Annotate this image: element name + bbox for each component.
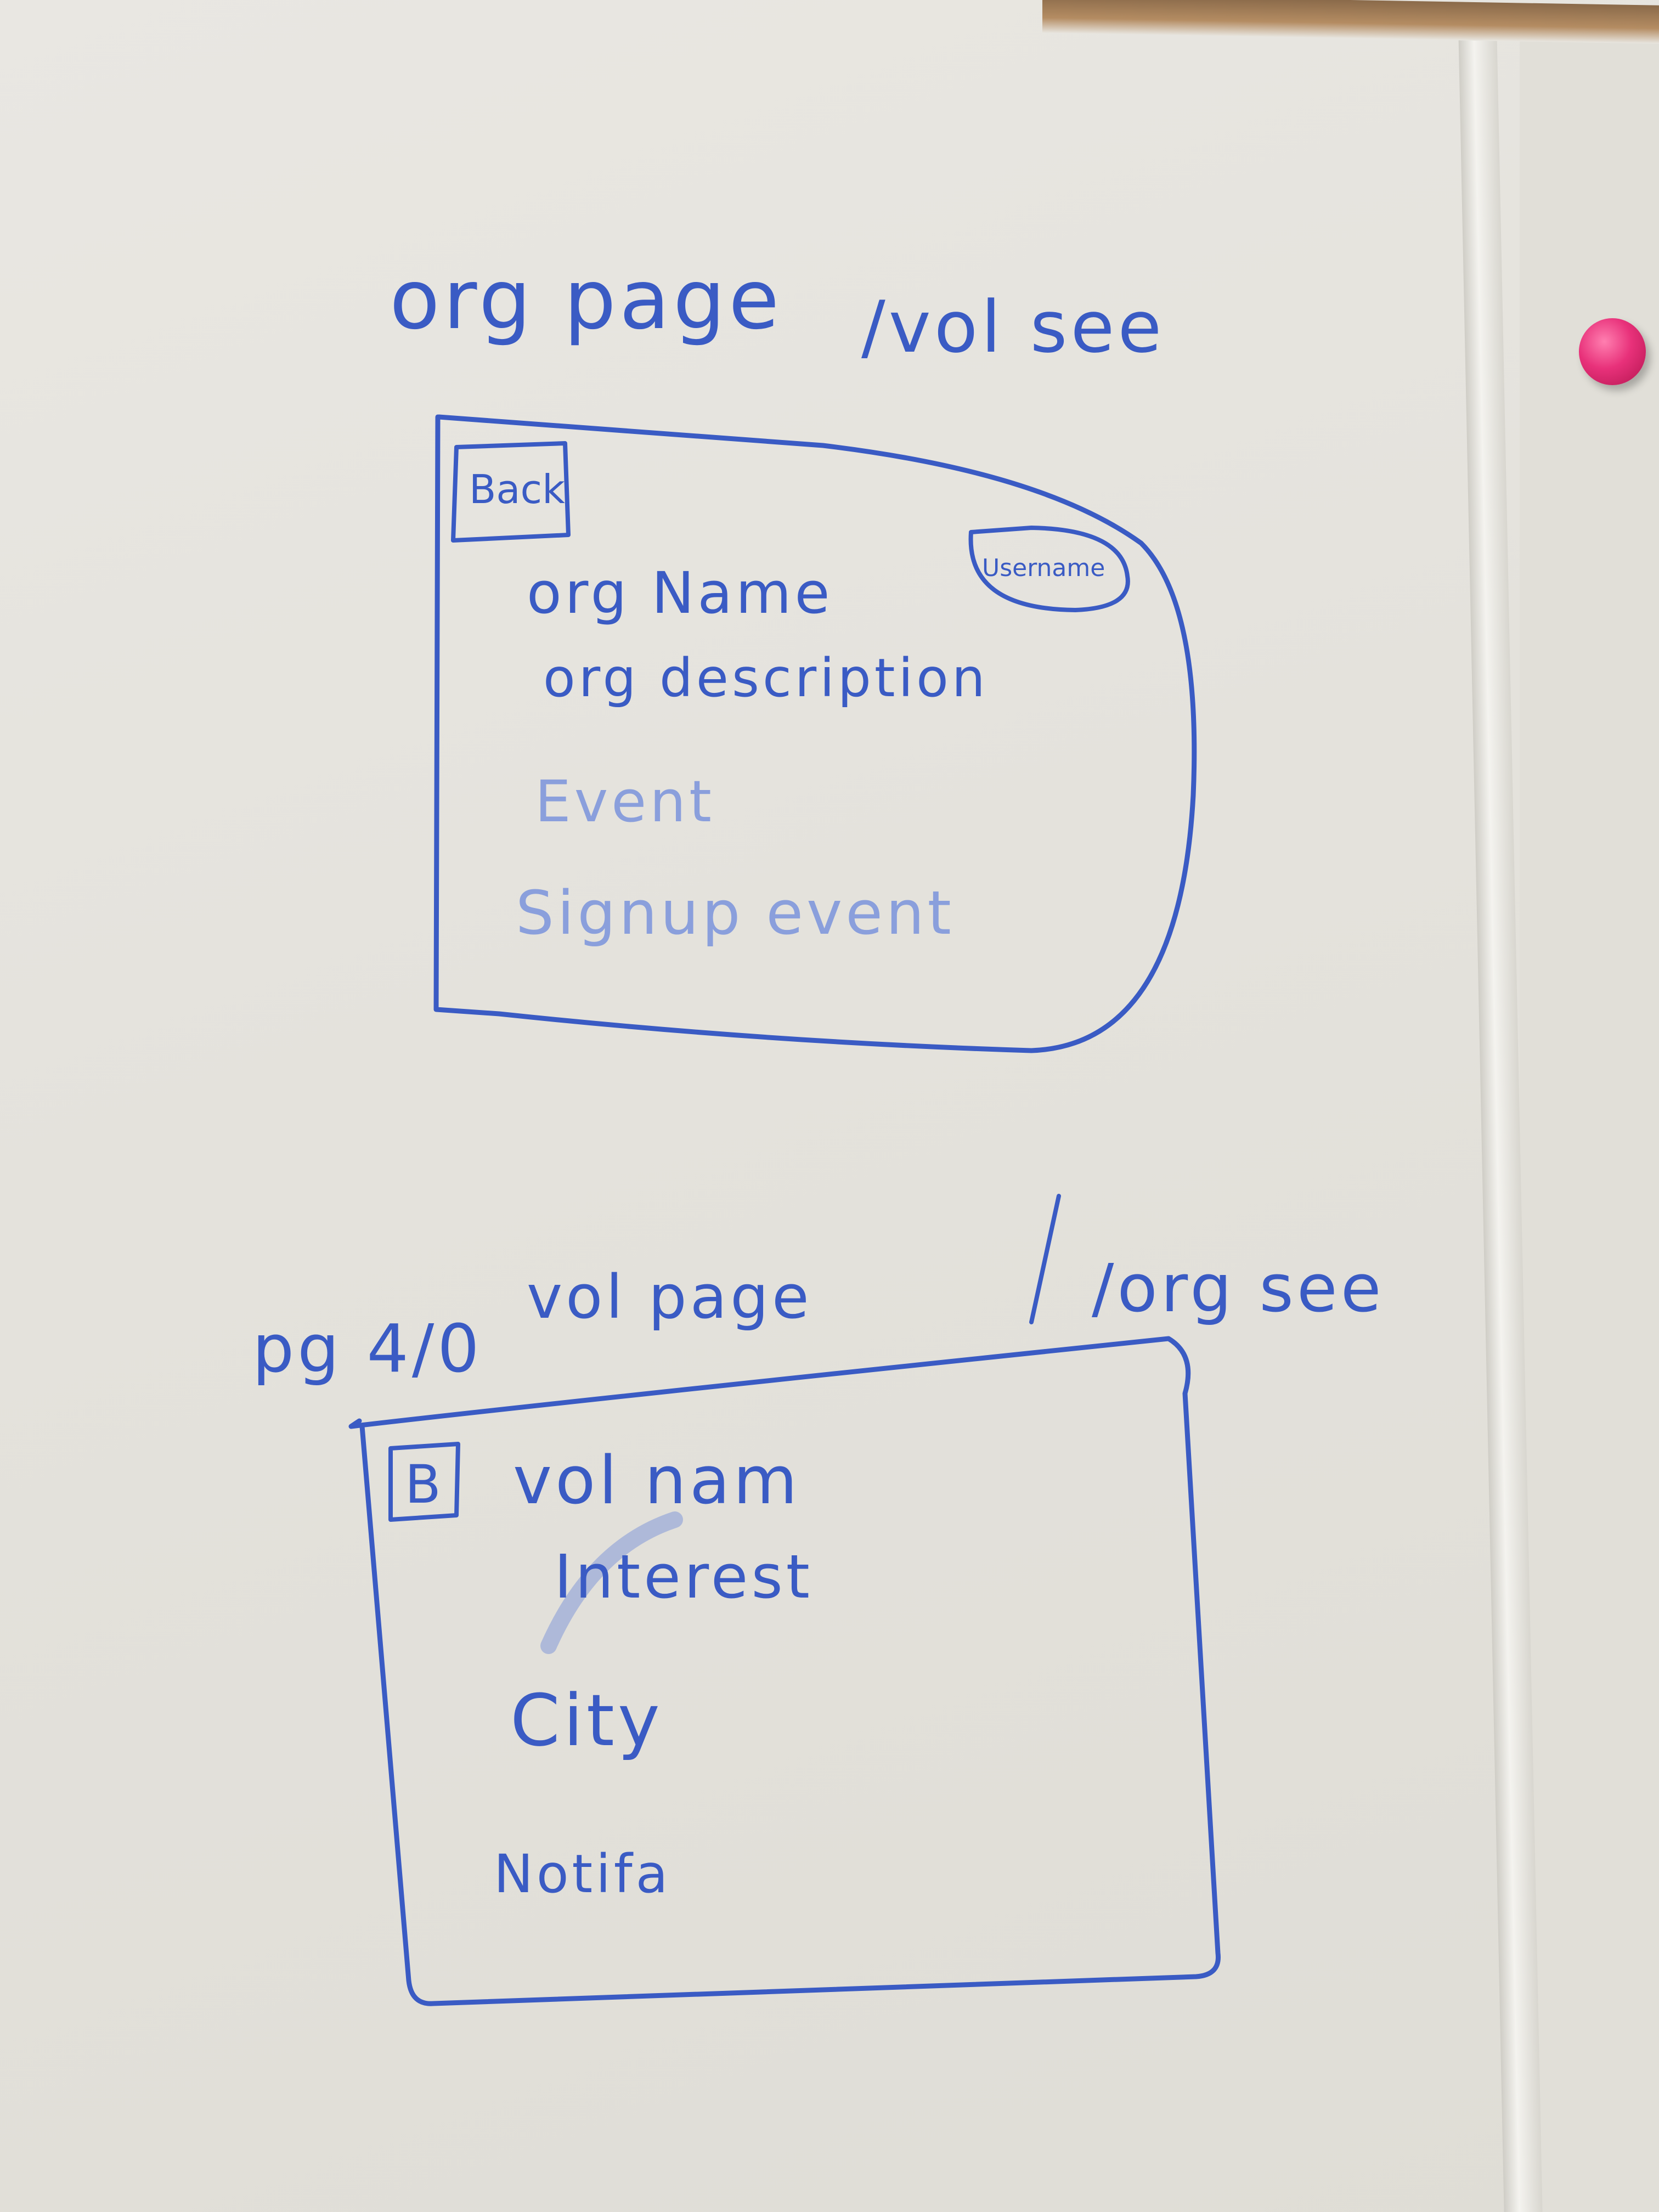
sketch2-city: City (510, 1679, 663, 1762)
sketch1-subtitle: /vol see (861, 285, 1165, 369)
sketch2-title: vol page (527, 1262, 812, 1332)
sketch1-org-description: org description (543, 647, 989, 709)
sketch2-page-label: pg 4/0 (252, 1311, 483, 1387)
sketch1-title: org page (390, 252, 783, 348)
sketch1-back-button[interactable]: Back (469, 466, 565, 512)
sketch2-header-slash (1029, 1194, 1061, 1324)
sketch1-org-name: org Name (527, 560, 833, 627)
sketch1-signup-event[interactable]: Signup event (516, 878, 955, 948)
sketch2-frame (348, 1336, 1221, 2006)
sketch1-username-button[interactable]: Username (982, 554, 1105, 582)
sketch2-subtitle: /org see (1092, 1251, 1385, 1327)
sketch2-notify: Notifa (494, 1843, 672, 1905)
sketch-strokes (348, 414, 1221, 2006)
sketch2-vol-name: vol nam (513, 1443, 801, 1519)
sketch2-interest: Interest (554, 1542, 813, 1612)
sketch2-back-button[interactable]: B (405, 1454, 441, 1515)
sketch1-event: Event (535, 768, 715, 835)
